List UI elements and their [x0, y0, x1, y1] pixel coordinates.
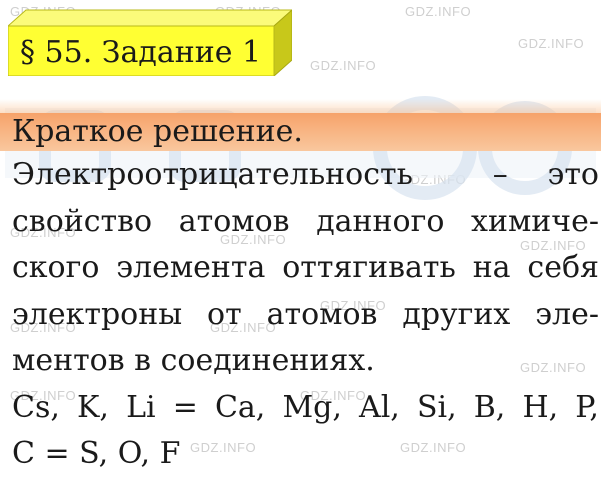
- word: атомов: [266, 296, 378, 332]
- word: Электроотрицательность: [12, 157, 413, 192]
- word: ского: [12, 250, 100, 285]
- word: Si,: [416, 389, 457, 425]
- word: B,: [473, 389, 506, 425]
- watermark: GDZ.INFO: [310, 58, 377, 73]
- watermark: GDZ.INFO: [518, 36, 585, 51]
- answer-text: Электроотрицательность – это свойство ат…: [12, 152, 599, 478]
- word: Cs,: [12, 389, 60, 425]
- page-title: § 55. Задание 1: [20, 35, 262, 70]
- text-line-3: ского элемента оттягивать на себя: [12, 245, 599, 292]
- word: электроны: [12, 296, 183, 332]
- text-line-4: электроны от атомов других эле-: [12, 292, 599, 339]
- text-line-5: ментов в соединениях.: [12, 343, 375, 378]
- section-label: Краткое решение.: [12, 114, 303, 149]
- word: данного: [316, 203, 445, 239]
- watermark: GDZ.INFO: [405, 4, 472, 19]
- word: Ca,: [214, 389, 266, 425]
- word: других: [402, 296, 511, 332]
- word: –: [492, 157, 508, 192]
- word: на: [472, 250, 511, 285]
- word: от: [207, 296, 242, 332]
- word: химиче-: [471, 203, 599, 239]
- word: K,: [77, 389, 109, 425]
- word: себя: [527, 250, 599, 285]
- word: =: [172, 389, 198, 425]
- word: P,: [575, 389, 599, 425]
- text-line-2: свойство атомов данного химиче-: [12, 199, 599, 246]
- word: Mg,: [282, 389, 342, 425]
- text-line-6: Cs, K, Li = Ca, Mg, Al, Si, B, H, P,: [12, 385, 599, 432]
- word: свойство: [12, 203, 153, 239]
- text-line-7: C = S, O, F: [12, 436, 181, 471]
- word: атомов: [178, 203, 290, 239]
- word: Li: [126, 389, 156, 425]
- word: H,: [522, 389, 559, 425]
- text-line-1: Электроотрицательность – это: [12, 152, 599, 199]
- word: эле-: [535, 296, 599, 332]
- word: элемента: [116, 250, 266, 285]
- word: Al,: [359, 389, 400, 425]
- word: оттягивать: [282, 250, 456, 285]
- word: это: [547, 157, 599, 192]
